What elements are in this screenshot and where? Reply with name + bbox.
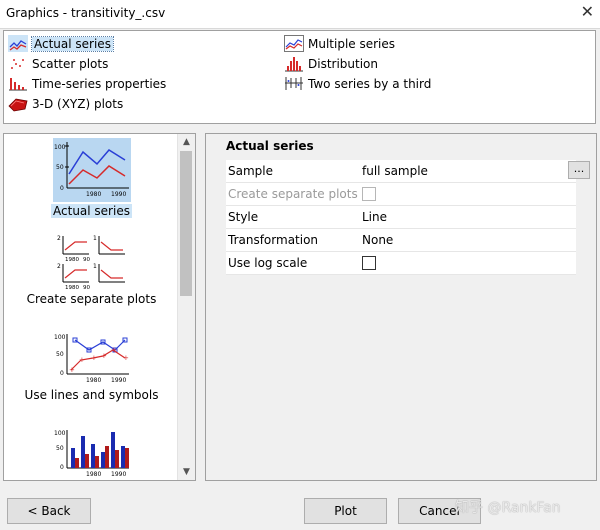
tick-label: 2 xyxy=(57,235,61,242)
property-key: Transformation xyxy=(228,233,319,247)
tick-label: 1980 xyxy=(65,257,79,263)
tick-label: 1980 xyxy=(86,191,101,198)
tick-label: 90 xyxy=(83,285,90,290)
scroll-up-icon[interactable]: ▲ xyxy=(178,134,195,150)
window-title: Graphics - transitivity_.csv xyxy=(6,6,166,20)
tick-label: 0 xyxy=(60,185,64,192)
tick-label: 2 xyxy=(57,263,61,270)
tick-label: 1990 xyxy=(111,471,126,478)
3d-plot-icon xyxy=(8,98,28,112)
svg-text:+: + xyxy=(91,354,97,362)
property-row-use-log-scale[interactable]: Use log scale xyxy=(226,252,576,275)
properties-panel: Actual series Sample full sample ... Cre… xyxy=(205,133,597,481)
tick-label: 100 xyxy=(54,430,66,437)
scrollbar-thumb[interactable] xyxy=(180,151,192,296)
thumbnail-actual-series[interactable]: 100 50 0 1980 1990 Actual series xyxy=(4,138,179,219)
title-bar: Graphics - transitivity_.csv ✕ xyxy=(0,0,600,29)
graph-options-thumbnails: 100 50 0 1980 1990 Actual series 2 1 198… xyxy=(3,133,196,481)
thumbnail-lines-and-symbols[interactable]: 100 50 0 + + + + + + 1980 1990 Use lines an… xyxy=(4,330,179,403)
two-series-icon xyxy=(285,77,303,90)
graph-type-label: Scatter plots xyxy=(32,56,109,71)
scroll-down-icon[interactable]: ▼ xyxy=(178,464,195,480)
distribution-icon xyxy=(285,57,303,72)
actual-series-icon xyxy=(8,35,28,52)
graph-type-time-series[interactable]: Time-series properties xyxy=(8,74,166,93)
transformation-value[interactable]: None xyxy=(362,233,393,247)
graph-type-label: Multiple series xyxy=(308,36,396,51)
tick-label: 0 xyxy=(60,464,64,471)
graph-type-3d[interactable]: 3-D (XYZ) plots xyxy=(8,94,123,113)
tick-label: 1990 xyxy=(111,377,126,384)
graph-type-list: Actual series Scatter plots Time-series … xyxy=(3,30,596,124)
svg-text:+: + xyxy=(79,356,85,364)
sample-browse-button[interactable]: ... xyxy=(568,161,590,179)
graph-type-multiple-series[interactable]: Multiple series xyxy=(284,34,395,53)
tick-label: 1 xyxy=(93,263,97,270)
graph-type-label: Distribution xyxy=(308,56,379,71)
style-value[interactable]: Line xyxy=(362,210,387,224)
tick-label: 1980 xyxy=(86,471,101,478)
bar-graph-thumbnail-icon: 100 50 0 1980 1990 xyxy=(54,430,129,478)
sample-value[interactable]: full sample xyxy=(362,164,428,178)
thumbnail-bar-graph[interactable]: 100 50 0 1980 1990 xyxy=(4,426,179,478)
tick-label: 50 xyxy=(56,164,64,171)
tick-label: 1980 xyxy=(65,285,79,290)
back-button[interactable]: < Back xyxy=(7,498,91,524)
close-icon[interactable]: ✕ xyxy=(581,2,594,21)
create-separate-plots-checkbox xyxy=(362,187,376,201)
tick-label: 90 xyxy=(83,257,90,263)
separate-plots-thumbnail-icon: 2 1 1980 90 2 1 1980 90 xyxy=(57,235,125,290)
thumbnail-create-separate-plots[interactable]: 2 1 1980 90 2 1 1980 90 Create separate … xyxy=(4,232,179,307)
graph-type-two-series[interactable]: Two series by a third xyxy=(284,74,431,93)
property-key: Create separate plots xyxy=(228,187,358,201)
graph-type-scatter[interactable]: Scatter plots xyxy=(8,54,108,73)
watermark: 知乎 @RankFan xyxy=(455,500,561,516)
use-log-scale-checkbox[interactable] xyxy=(362,256,376,270)
plot-button[interactable]: Plot xyxy=(304,498,387,524)
vertical-scrollbar[interactable]: ▲ ▼ xyxy=(177,134,195,480)
property-row-sample[interactable]: Sample full sample xyxy=(226,160,576,183)
thumbnail-caption: Actual series xyxy=(51,204,132,218)
tick-label: 1980 xyxy=(86,377,101,384)
graph-type-label: 3-D (XYZ) plots xyxy=(32,96,124,111)
tick-label: 1990 xyxy=(111,191,126,198)
thumbnail-caption: Use lines and symbols xyxy=(24,388,159,402)
graph-type-distribution[interactable]: Distribution xyxy=(284,54,378,73)
property-row-transformation[interactable]: Transformation None xyxy=(226,229,576,252)
tick-label: 100 xyxy=(54,334,66,341)
properties-header: Actual series xyxy=(226,139,314,153)
graph-type-label: Time-series properties xyxy=(32,76,167,91)
property-row-create-separate-plots: Create separate plots xyxy=(226,183,576,206)
svg-text:+: + xyxy=(123,354,129,362)
property-row-style[interactable]: Style Line xyxy=(226,206,576,229)
property-key: Sample xyxy=(228,164,273,178)
property-key: Style xyxy=(228,210,259,224)
multiple-series-icon xyxy=(284,35,304,52)
tick-label: 0 xyxy=(60,370,64,377)
tick-label: 50 xyxy=(56,351,64,358)
svg-text:+: + xyxy=(69,366,75,374)
graph-type-label: Two series by a third xyxy=(308,76,432,91)
time-series-icon xyxy=(9,78,27,91)
graph-type-label: Actual series xyxy=(31,35,114,52)
tick-label: 1 xyxy=(93,235,97,242)
scatter-plot-icon xyxy=(11,59,24,69)
svg-text:+: + xyxy=(101,352,107,360)
tick-label: 50 xyxy=(56,445,64,452)
lines-symbols-thumbnail-icon: 100 50 0 + + + + + + 1980 1990 xyxy=(54,334,129,384)
tick-label: 100 xyxy=(54,144,66,151)
thumbnail-caption: Create separate plots xyxy=(26,292,157,306)
actual-series-thumbnail-icon: 100 50 0 1980 1990 xyxy=(52,138,131,202)
svg-text:+: + xyxy=(111,346,117,354)
property-key: Use log scale xyxy=(228,256,308,270)
graph-type-actual-series[interactable]: Actual series xyxy=(8,34,114,53)
